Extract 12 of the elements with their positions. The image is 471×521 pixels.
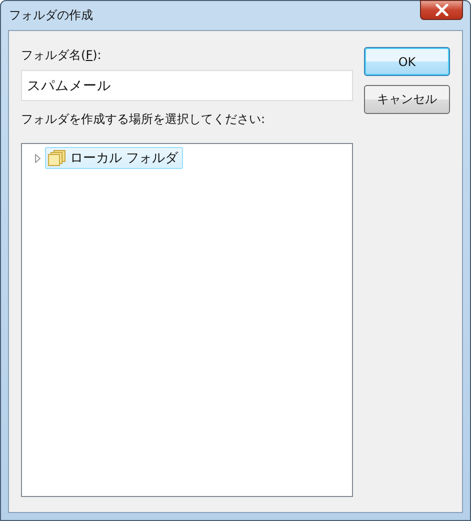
close-button[interactable] bbox=[420, 0, 463, 20]
folder-tree[interactable]: ローカル フォルダ bbox=[21, 143, 353, 497]
close-icon bbox=[434, 4, 448, 16]
expand-icon[interactable] bbox=[34, 154, 42, 162]
ok-button[interactable]: OK bbox=[364, 47, 450, 76]
tree-item[interactable]: ローカル フォルダ bbox=[45, 147, 184, 169]
folder-name-label: フォルダ名(F): bbox=[21, 47, 102, 64]
window-title: フォルダの作成 bbox=[9, 7, 93, 24]
folder-name-field[interactable]: スパムメール bbox=[21, 70, 353, 101]
location-label: フォルダを作成する場所を選択してください: bbox=[21, 111, 266, 128]
folders-icon bbox=[48, 150, 66, 166]
cancel-button[interactable]: キャンセル bbox=[364, 85, 450, 114]
